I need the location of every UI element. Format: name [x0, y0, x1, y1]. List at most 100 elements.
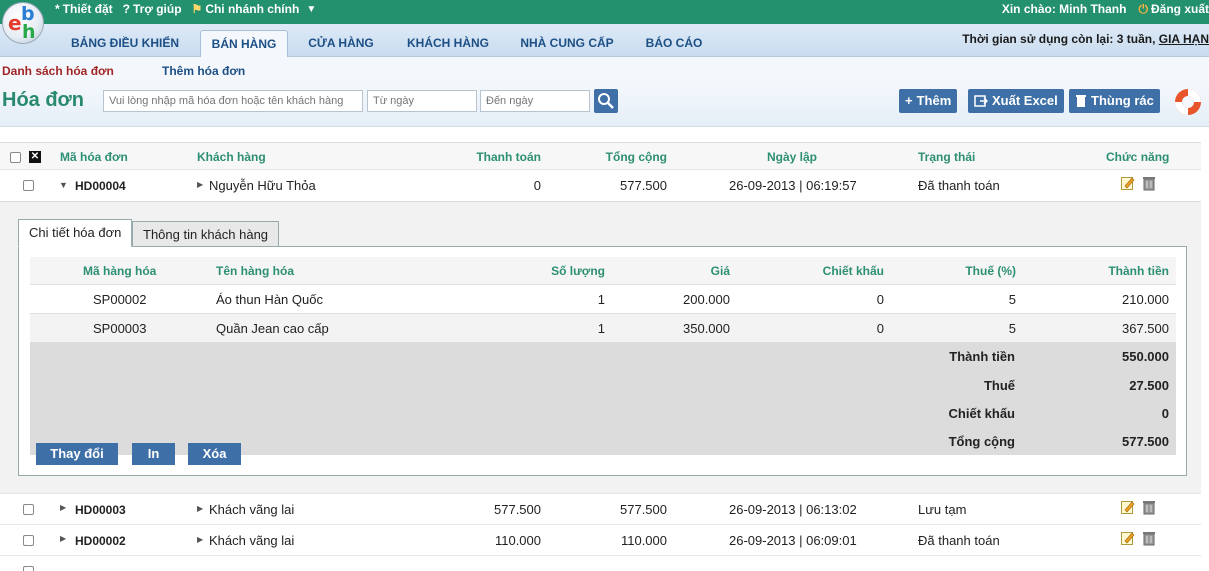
customer-name[interactable]: Khách vãng lai [209, 502, 294, 517]
item-price: 350.000 [683, 321, 730, 336]
help-label: Trợ giúp [133, 2, 182, 16]
help-link[interactable]: ? Trợ giúp [123, 2, 182, 16]
row-checkbox[interactable] [23, 566, 34, 571]
col-item-code: Mã hàng hóa [83, 264, 157, 278]
table-header: ✕ Mã hóa đơn Khách hàng Thanh toán Tổng … [0, 142, 1201, 169]
export-label: Xuất Excel [992, 93, 1058, 108]
col-total[interactable]: Tổng cộng [567, 150, 667, 164]
logout-label: Đăng xuất [1150, 2, 1209, 16]
tab-customer-info[interactable]: Thông tin khách hàng [132, 221, 280, 247]
created-date: 26-09-2013 | 06:13:02 [729, 502, 857, 517]
export-icon [974, 95, 988, 107]
item-name: Áo thun Hàn Quốc [216, 292, 323, 307]
search-button[interactable] [594, 89, 618, 113]
chevron-down-icon: ▼ [306, 3, 317, 15]
status-text: Đã thanh toán [918, 178, 1000, 193]
tab-sales[interactable]: BÁN HÀNG [200, 30, 288, 57]
customer-name[interactable]: Nguyễn Hữu Thỏa [209, 178, 316, 193]
edit-invoice-button[interactable]: Thay đổi [36, 443, 118, 465]
logo-letter-e: e [8, 11, 22, 35]
edit-icon[interactable] [1121, 531, 1135, 546]
invoice-list-link[interactable]: Danh sách hóa đơn [2, 64, 114, 78]
discount-label: Chiết khấu [948, 406, 1015, 421]
trial-notice: Thời gian sử dụng còn lại: 3 tuần, GIA H… [962, 32, 1209, 46]
expand-caret-icon[interactable]: ▶ [60, 534, 66, 543]
select-all-checkbox[interactable] [10, 152, 21, 163]
top-bar: * Thiết đặt ? Trợ giúp ⚑ Chi nhánh chính ▼ X… [0, 0, 1209, 24]
tab-customers[interactable]: KHÁCH HÀNG [398, 30, 498, 57]
item-discount: 0 [876, 321, 884, 336]
table-row[interactable] [0, 555, 1201, 571]
expand-caret-icon[interactable]: ▶ [60, 503, 66, 512]
print-button[interactable]: In [132, 443, 175, 465]
main-nav: BẢNG ĐIỀU KHIỂN BÁN HÀNG CỬA HÀNG KHÁCH … [0, 24, 1209, 57]
created-date: 26-09-2013 | 06:09:01 [729, 533, 857, 548]
trash-label: Thùng rác [1091, 93, 1154, 108]
table-row[interactable]: ▶ HD00002 ▶ Khách vãng lai 110.000 110.0… [0, 524, 1201, 555]
tab-store[interactable]: CỬA HÀNG [300, 30, 382, 57]
app-logo[interactable]: e b h [2, 2, 44, 44]
col-quantity: Số lượng [551, 264, 605, 278]
expand-customer-icon[interactable]: ▶ [197, 180, 203, 189]
col-paid[interactable]: Thanh toán [441, 150, 541, 164]
lifebuoy-help-icon[interactable] [1173, 87, 1203, 117]
edit-icon[interactable] [1121, 176, 1135, 191]
status-text: Đã thanh toán [918, 533, 1000, 548]
settings-link[interactable]: * Thiết đặt [55, 2, 113, 16]
renew-link[interactable]: GIA HẠN [1159, 32, 1209, 46]
expand-customer-icon[interactable]: ▶ [197, 535, 203, 544]
col-code[interactable]: Mã hóa đơn [60, 150, 128, 164]
collapse-caret-icon[interactable]: ▼ [59, 180, 68, 190]
add-button[interactable]: + Thêm [899, 89, 958, 113]
branch-label: Chi nhánh chính [205, 2, 300, 16]
branch-dropdown[interactable]: ⚑ Chi nhánh chính ▼ [192, 2, 317, 16]
table-row[interactable]: ▼ HD00004 ▶ Nguyễn Hữu Thỏa 0 577.500 26… [0, 169, 1201, 200]
invoice-detail-panel: Chi tiết hóa đơn Thông tin khách hàng Mã… [0, 201, 1201, 493]
row-checkbox[interactable] [23, 180, 34, 191]
tab-invoice-detail[interactable]: Chi tiết hóa đơn [18, 219, 133, 247]
item-code: SP00003 [93, 321, 147, 336]
power-icon: ⏻ [1138, 2, 1148, 16]
item-qty: 1 [597, 292, 605, 307]
grand-total-value: 577.500 [1122, 434, 1169, 449]
total-amount: 577.500 [620, 178, 667, 193]
add-invoice-link[interactable]: Thêm hóa đơn [162, 64, 245, 78]
to-date-input[interactable] [480, 90, 590, 112]
delete-icon[interactable] [1142, 531, 1156, 546]
tab-dashboard[interactable]: BẢNG ĐIỀU KHIỂN [62, 30, 188, 57]
clear-selection-icon[interactable]: ✕ [29, 151, 41, 163]
expand-customer-icon[interactable]: ▶ [197, 504, 203, 513]
sub-nav: Danh sách hóa đơn Thêm hóa đơn [0, 57, 1209, 83]
search-input[interactable] [103, 90, 363, 112]
tab-suppliers[interactable]: NHÀ CUNG CẤP [512, 30, 622, 57]
trial-text: Thời gian sử dụng còn lại: 3 tuần, [962, 32, 1156, 46]
item-discount: 0 [876, 292, 884, 307]
status-text: Lưu tạm [918, 502, 967, 517]
logout-link[interactable]: ⏻ Đăng xuất [1138, 2, 1209, 17]
delete-invoice-button[interactable]: Xóa [188, 443, 241, 465]
col-date[interactable]: Ngày lập [767, 150, 817, 164]
item-price: 200.000 [683, 292, 730, 307]
col-customer[interactable]: Khách hàng [197, 150, 266, 164]
item-row: SP00002 Áo thun Hàn Quốc 1 200.000 0 5 2… [30, 284, 1176, 313]
row-checkbox[interactable] [23, 504, 34, 515]
table-row[interactable]: ▶ HD00003 ▶ Khách vãng lai 577.500 577.5… [0, 493, 1201, 524]
trash-button[interactable]: Thùng rác [1069, 89, 1160, 113]
col-status[interactable]: Trạng thái [918, 150, 975, 164]
edit-icon[interactable] [1121, 500, 1135, 515]
items-table: Mã hàng hóa Tên hàng hóa Số lượng Giá Ch… [30, 257, 1176, 465]
col-amount: Thành tiền [1108, 264, 1169, 278]
export-excel-button[interactable]: Xuất Excel [968, 89, 1064, 113]
invoice-code: HD00003 [75, 503, 126, 517]
delete-icon[interactable] [1142, 500, 1156, 515]
from-date-input[interactable] [367, 90, 477, 112]
add-label: Thêm [916, 93, 952, 108]
logo-letter-h: h [22, 21, 36, 43]
paid-amount: 110.000 [494, 533, 541, 548]
customer-name[interactable]: Khách vãng lai [209, 533, 294, 548]
row-checkbox[interactable] [23, 535, 34, 546]
tax-label: Thuế [983, 378, 1015, 393]
item-tax: 5 [1008, 321, 1016, 336]
tab-reports[interactable]: BÁO CÁO [636, 30, 712, 57]
delete-icon[interactable] [1142, 176, 1156, 191]
